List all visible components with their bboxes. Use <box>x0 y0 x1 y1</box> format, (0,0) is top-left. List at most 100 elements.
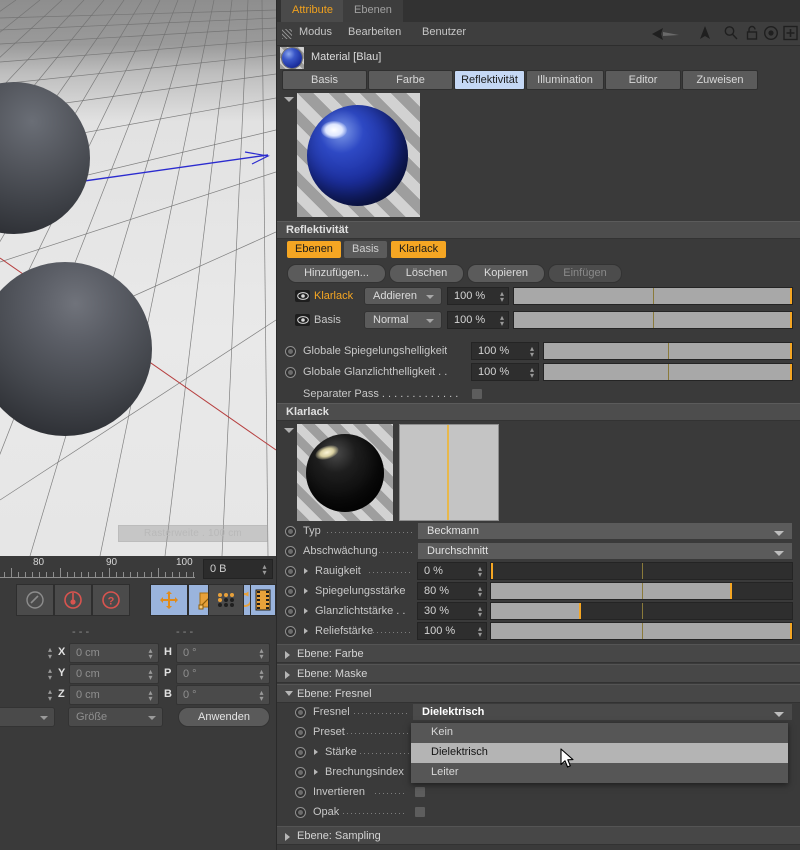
spinner-icon[interactable]: ▴ ▾ <box>530 366 534 380</box>
copy-layer-button[interactable]: Kopieren <box>467 264 545 283</box>
layer-amount-field[interactable]: 100 % ▴ ▾ <box>447 311 509 329</box>
mode-tab-basis[interactable]: Basis <box>344 241 387 258</box>
chevron-right-icon[interactable] <box>314 769 318 775</box>
animate-radio[interactable] <box>285 526 296 537</box>
delete-layer-button[interactable]: Löschen <box>389 264 464 283</box>
coord-x-field[interactable]: 0 cm ▴ ▾ <box>69 643 159 663</box>
record-icon[interactable] <box>54 584 92 616</box>
menu-modus[interactable]: Modus <box>299 26 332 38</box>
spinner-icon[interactable]: ▴ ▾ <box>46 686 54 704</box>
spinner-icon[interactable]: ▴ ▾ <box>530 345 534 359</box>
target-icon[interactable] <box>763 25 779 44</box>
chevron-right-icon[interactable] <box>304 628 308 634</box>
fresnel-select[interactable]: Dielektrisch <box>412 703 793 721</box>
global-spec-field[interactable]: 100 % ▴ ▾ <box>471 342 539 360</box>
animate-radio[interactable] <box>285 586 296 597</box>
animate-radio[interactable] <box>285 367 296 378</box>
dropdown-option-leiter[interactable]: Leiter <box>411 763 788 783</box>
tab-illumination[interactable]: Illumination <box>526 70 604 90</box>
spinner-icon[interactable]: ▴ ▾ <box>261 563 268 577</box>
chevron-right-icon[interactable] <box>304 608 308 614</box>
global-gloss-slider[interactable] <box>543 363 793 381</box>
coord-b-field[interactable]: 0 ° ▴ ▾ <box>176 685 270 705</box>
spinner-icon[interactable]: ▴ ▾ <box>478 585 482 599</box>
back-arrow-icon[interactable] <box>651 27 681 44</box>
chevron-right-icon[interactable] <box>304 588 308 594</box>
coord-y-field[interactable]: 0 cm ▴ ▾ <box>69 664 159 684</box>
spinner-icon[interactable]: ▴ ▾ <box>147 647 154 661</box>
material-preview-box[interactable] <box>297 93 420 217</box>
coord-z-field[interactable]: 0 cm ▴ ▾ <box>69 685 159 705</box>
tab-reflektivitaet[interactable]: Reflektivität <box>454 70 525 90</box>
eye-icon[interactable] <box>295 290 310 302</box>
frame-field[interactable]: 0 B ▴ ▾ <box>203 559 273 579</box>
global-gloss-field[interactable]: 100 % ▴ ▾ <box>471 363 539 381</box>
chevron-right-icon[interactable] <box>304 568 308 574</box>
spinner-icon[interactable]: ▴ ▾ <box>147 668 154 682</box>
layer-row-klarlack[interactable]: Klarlack Addieren 100 % ▴ ▾ <box>277 287 800 306</box>
group-ebene-farbe[interactable]: Ebene: Farbe <box>277 644 800 663</box>
chevron-down-icon[interactable] <box>284 428 294 433</box>
animate-radio[interactable] <box>285 606 296 617</box>
coord-mode-select-left[interactable] <box>0 707 55 727</box>
undo-icon[interactable] <box>16 584 54 616</box>
coord-p-field[interactable]: 0 ° ▴ ▾ <box>176 664 270 684</box>
layer-row-basis[interactable]: Basis Normal 100 % ▴ ▾ <box>277 311 800 330</box>
opak-checkbox[interactable] <box>414 806 426 818</box>
lock-icon[interactable] <box>745 25 759 44</box>
tab-editor[interactable]: Editor <box>605 70 681 90</box>
spinner-icon[interactable]: ▴ ▾ <box>500 314 504 328</box>
global-spec-slider[interactable] <box>543 342 793 360</box>
tab-attribute[interactable]: Attribute <box>281 0 344 22</box>
tab-basis[interactable]: Basis <box>282 70 367 90</box>
dropdown-option-kein[interactable]: Kein <box>411 723 788 743</box>
coord-mode-select-right[interactable]: Größe <box>68 707 163 727</box>
dropdown-option-dielektrisch[interactable]: Dielektrisch <box>411 743 788 763</box>
spinner-icon[interactable]: ▴ ▾ <box>478 565 482 579</box>
layer-amount-slider[interactable] <box>513 287 793 305</box>
spiegelungsstaerke-slider[interactable] <box>490 582 793 600</box>
animate-radio[interactable] <box>295 767 306 778</box>
spinner-icon[interactable]: ▴ ▾ <box>478 625 482 639</box>
apply-button[interactable]: Anwenden <box>178 707 270 727</box>
invertieren-checkbox[interactable] <box>414 786 426 798</box>
glanzlichtstaerke-slider[interactable] <box>490 602 793 620</box>
animate-radio[interactable] <box>295 727 306 738</box>
klarlack-curve-box[interactable] <box>399 424 499 521</box>
spinner-icon[interactable]: ▴ ▾ <box>46 644 54 662</box>
fresnel-dropdown-popup[interactable]: Kein Dielektrisch Leiter <box>411 723 788 783</box>
glanzlichtstaerke-field[interactable]: 30 % ▴ ▾ <box>417 602 487 620</box>
reliefstaerke-slider[interactable] <box>490 622 793 640</box>
mode-tab-ebenen[interactable]: Ebenen <box>287 241 341 258</box>
spinner-icon[interactable]: ▴ ▾ <box>500 290 504 304</box>
eye-icon[interactable] <box>295 314 310 326</box>
spinner-icon[interactable]: ▴ ▾ <box>258 647 265 661</box>
separate-pass-checkbox[interactable] <box>471 388 483 400</box>
animate-radio[interactable] <box>285 546 296 557</box>
klarlack-preview-box[interactable] <box>297 424 393 521</box>
tab-farbe[interactable]: Farbe <box>368 70 453 90</box>
layer-blend-select[interactable]: Normal <box>364 311 442 329</box>
spinner-icon[interactable]: ▴ ▾ <box>258 668 265 682</box>
group-ebene-maske[interactable]: Ebene: Maske <box>277 664 800 683</box>
search-icon[interactable] <box>723 25 739 44</box>
rauigkeit-slider[interactable] <box>490 562 793 580</box>
group-ebene-sampling[interactable]: Ebene: Sampling <box>277 826 800 845</box>
animate-radio[interactable] <box>285 566 296 577</box>
autokey-icon[interactable]: ? <box>92 584 130 616</box>
drag-grip-icon[interactable] <box>282 29 292 39</box>
add-layer-button[interactable]: Hinzufügen... <box>287 264 386 283</box>
typ-select[interactable]: Beckmann <box>417 522 793 540</box>
layer-blend-select[interactable]: Addieren <box>364 287 442 305</box>
tab-zuweisen[interactable]: Zuweisen <box>682 70 758 90</box>
layer-amount-field[interactable]: 100 % ▴ ▾ <box>447 287 509 305</box>
spinner-icon[interactable]: ▴ ▾ <box>258 689 265 703</box>
material-thumbnail[interactable] <box>282 48 302 68</box>
rauigkeit-field[interactable]: 0 % ▴ ▾ <box>417 562 487 580</box>
points-icon[interactable] <box>208 584 244 616</box>
paste-layer-button[interactable]: Einfügen <box>548 264 622 283</box>
render-icon[interactable] <box>250 584 276 616</box>
mode-tab-klarlack[interactable]: Klarlack <box>391 241 447 258</box>
spinner-icon[interactable]: ▴ ▾ <box>147 689 154 703</box>
spinner-icon[interactable]: ▴ ▾ <box>478 605 482 619</box>
